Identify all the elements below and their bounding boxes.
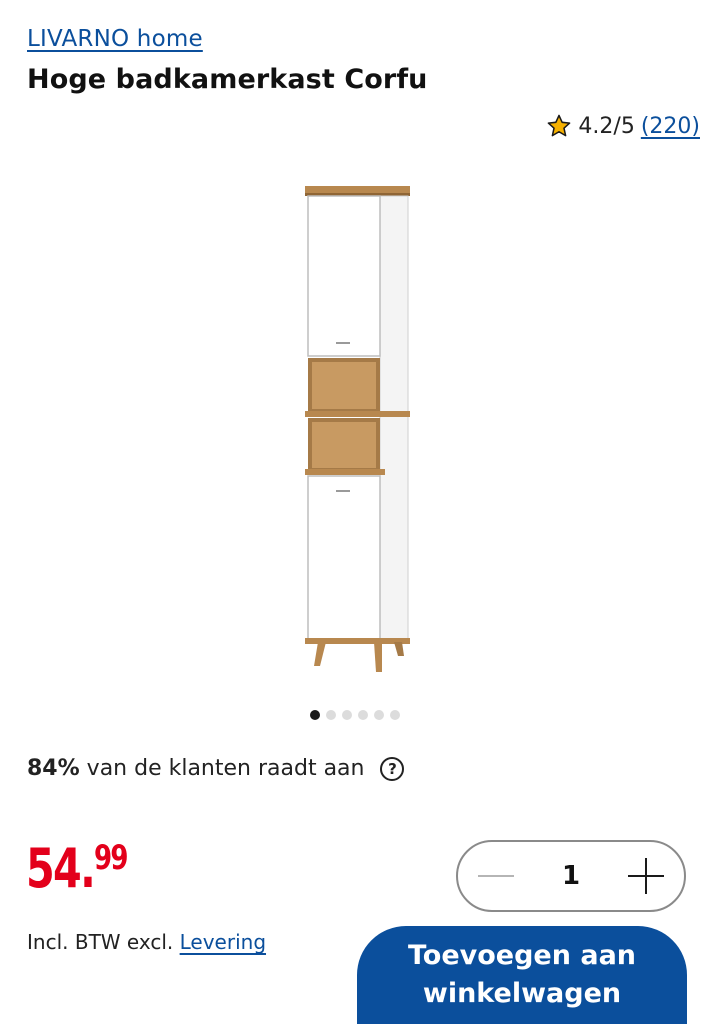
delivery-link[interactable]: Levering bbox=[180, 930, 266, 954]
brand-link[interactable]: LIVARNO home bbox=[27, 26, 203, 52]
question-circle-icon[interactable]: ? bbox=[380, 756, 405, 781]
product-page: LIVARNO home Hoge badkamerkast Corfu 4.2… bbox=[0, 0, 714, 1024]
gallery-dot[interactable] bbox=[326, 710, 336, 720]
minus-icon bbox=[478, 875, 514, 877]
gallery-dot[interactable] bbox=[390, 710, 400, 720]
rating-score: 4.2/5 bbox=[578, 113, 635, 139]
rating-summary: 4.2/5 (220) bbox=[546, 113, 700, 139]
product-title: Hoge badkamerkast Corfu bbox=[27, 64, 428, 95]
gallery-dot[interactable] bbox=[310, 710, 320, 720]
recommendation-summary: 84% van de klanten raadt aan ? bbox=[27, 756, 405, 781]
star-icon bbox=[548, 114, 571, 137]
price-cents: 99 bbox=[94, 838, 128, 878]
vat-note: Incl. BTW excl. Levering bbox=[27, 930, 266, 954]
recommend-percent: 84% bbox=[27, 756, 80, 781]
gallery-dot[interactable] bbox=[342, 710, 352, 720]
review-count-link[interactable]: (220) bbox=[641, 114, 700, 139]
recommend-text: van de klanten raadt aan bbox=[86, 756, 365, 781]
quantity-stepper: 1 bbox=[456, 840, 686, 912]
quantity-value[interactable]: 1 bbox=[562, 861, 580, 891]
add-to-cart-label: Toevoegen aan winkelwagen bbox=[407, 940, 637, 1009]
gallery-pagination bbox=[310, 710, 400, 720]
decrement-button[interactable] bbox=[476, 856, 516, 896]
gallery-dot[interactable] bbox=[358, 710, 368, 720]
plus-icon bbox=[628, 858, 664, 894]
vat-text: Incl. BTW excl. bbox=[27, 930, 174, 954]
gallery-dot[interactable] bbox=[374, 710, 384, 720]
price-main: 54. bbox=[26, 837, 96, 900]
add-to-cart-button[interactable]: Toevoegen aan winkelwagen bbox=[357, 926, 687, 1024]
price: 54. 99 bbox=[26, 838, 133, 900]
increment-button[interactable] bbox=[626, 856, 666, 896]
product-image[interactable] bbox=[290, 180, 420, 680]
